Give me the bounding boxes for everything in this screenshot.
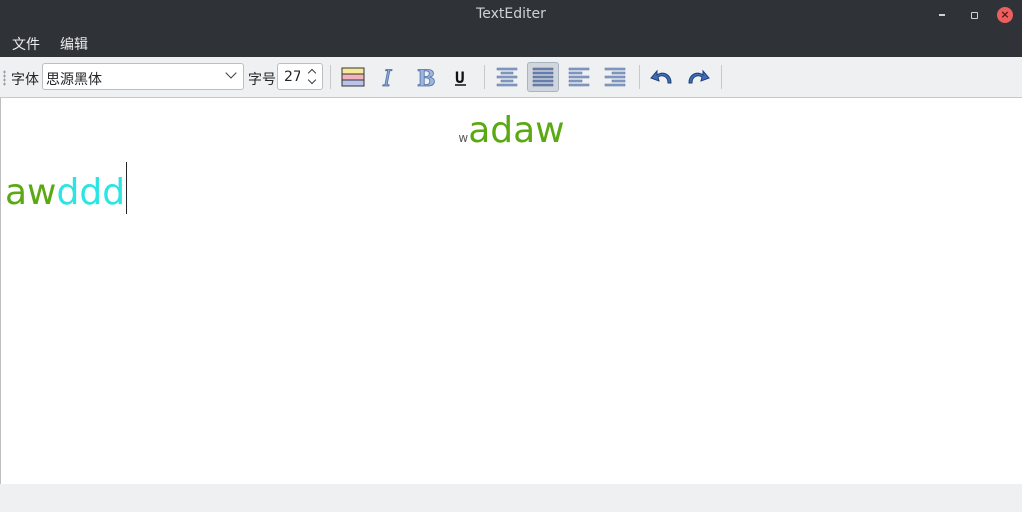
title-bar: TextEditer × — [0, 0, 1022, 30]
minimize-icon — [939, 14, 945, 16]
green-text-run: aw — [5, 172, 57, 213]
align-right-icon — [604, 67, 626, 87]
text-editor-area[interactable]: wadaw awddd — [0, 98, 1022, 484]
italic-button[interactable]: I — [373, 62, 405, 92]
close-button[interactable]: × — [997, 7, 1013, 23]
cyan-text-run: ddd — [56, 172, 126, 213]
menu-edit[interactable]: 编辑 — [60, 34, 88, 54]
spin-down-icon[interactable] — [307, 75, 317, 85]
redo-icon — [688, 69, 710, 84]
align-left-icon — [568, 67, 590, 87]
text-cursor — [126, 162, 128, 214]
window-title: TextEditer — [476, 6, 546, 22]
bold-button[interactable]: B — [409, 62, 441, 92]
editor-line-1: wadaw — [1, 110, 1022, 151]
toolbar-separator — [484, 65, 485, 89]
align-justify-button[interactable] — [527, 62, 559, 92]
menu-bar: 文件 编辑 — [0, 30, 1022, 57]
font-label: 字体 — [11, 72, 39, 88]
chevron-down-icon — [225, 67, 237, 79]
align-center-button[interactable] — [491, 62, 523, 92]
align-right-button[interactable] — [599, 62, 631, 92]
green-text-run: adaw — [468, 110, 565, 151]
minimize-button[interactable] — [934, 7, 950, 23]
underline-icon: U — [455, 68, 466, 87]
toolbar-separator — [721, 65, 722, 89]
maximize-button[interactable] — [966, 7, 982, 23]
font-family-value: 思源黑体 — [46, 72, 102, 88]
text-color-button[interactable] — [337, 62, 369, 92]
menu-file[interactable]: 文件 — [12, 34, 40, 54]
color-palette-icon — [341, 67, 365, 87]
toolbar-separator — [330, 65, 331, 89]
bold-icon: B — [417, 66, 436, 89]
toolbar: 字体 思源黑体 字号 27 I B U — [0, 57, 1022, 98]
svg-text:U: U — [455, 68, 465, 87]
toolbar-separator — [639, 65, 640, 89]
svg-text:I: I — [382, 67, 393, 89]
undo-button[interactable] — [646, 62, 678, 92]
redo-button[interactable] — [682, 62, 714, 92]
maximize-icon — [970, 11, 978, 19]
align-center-icon — [496, 67, 518, 87]
small-text-run: w — [458, 131, 469, 145]
underline-button[interactable]: U — [445, 62, 477, 92]
svg-text:B: B — [417, 66, 436, 89]
align-justify-icon — [532, 67, 554, 87]
font-size-spinbox[interactable]: 27 — [277, 63, 323, 90]
font-family-select[interactable]: 思源黑体 — [42, 63, 244, 90]
font-size-value: 27 — [284, 69, 300, 85]
close-icon: × — [1000, 8, 1010, 21]
undo-icon — [650, 69, 672, 84]
size-label: 字号 — [248, 72, 276, 88]
toolbar-grip-handle[interactable] — [3, 70, 6, 86]
editor-line-2: awddd — [5, 162, 128, 214]
align-left-button[interactable] — [563, 62, 595, 92]
italic-icon: I — [382, 67, 394, 89]
